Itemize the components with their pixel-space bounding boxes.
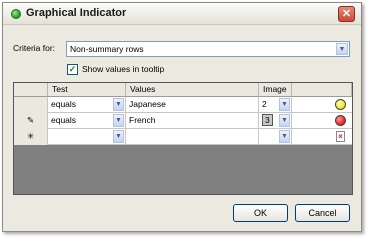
values-cell[interactable]: French	[126, 113, 259, 129]
no-image-icon: ×	[336, 131, 345, 142]
title-bar: Graphical Indicator ✕	[3, 3, 361, 25]
criteria-select[interactable]: Non-summary rows ▼	[66, 41, 350, 57]
show-tooltip-checkbox[interactable]: ✓	[67, 64, 78, 75]
values-cell[interactable]	[126, 129, 259, 145]
test-cell[interactable]: equals ▼	[48, 97, 126, 113]
chevron-down-icon[interactable]: ▼	[279, 114, 290, 127]
new-row-icon[interactable]: ✳	[14, 129, 48, 145]
chevron-down-icon[interactable]: ▼	[336, 43, 348, 55]
chevron-down-icon[interactable]: ▼	[279, 130, 290, 143]
ok-button[interactable]: OK	[233, 204, 288, 222]
preview-cell	[292, 113, 352, 129]
row-header[interactable]	[14, 97, 48, 113]
header-image: Image	[259, 83, 292, 97]
values-value: French	[129, 115, 156, 125]
header-preview	[292, 83, 352, 97]
criteria-label: Criteria for:	[13, 43, 56, 53]
row-header-corner	[14, 83, 48, 97]
show-tooltip-label[interactable]: Show values in tooltip	[82, 64, 164, 74]
test-cell[interactable]: equals ▼	[48, 113, 126, 129]
criteria-value: Non-summary rows	[70, 44, 144, 54]
values-cell[interactable]: Japanese	[126, 97, 259, 113]
table-row: ✳ ▼ ▼ ×	[14, 129, 352, 145]
preview-cell	[292, 97, 352, 113]
dialog-title: Graphical Indicator	[26, 7, 127, 19]
cancel-button[interactable]: Cancel	[295, 204, 350, 222]
graphical-indicator-dialog: Graphical Indicator ✕ Criteria for: Non-…	[2, 2, 362, 232]
image-value: 2	[262, 99, 267, 109]
yellow-circle-icon	[335, 99, 346, 110]
header-test: Test	[48, 83, 126, 97]
table-row: ✎ equals ▼ French 3 ▼	[14, 113, 352, 129]
red-circle-icon	[335, 115, 346, 126]
test-value: equals	[51, 99, 77, 109]
image-cell[interactable]: 3 ▼	[259, 113, 292, 129]
indicator-grid: Test Values Image equals ▼ Japanese 2 ▼	[13, 82, 353, 195]
chevron-down-icon[interactable]: ▼	[279, 98, 290, 111]
chevron-down-icon[interactable]: ▼	[113, 114, 124, 127]
test-cell[interactable]: ▼	[48, 129, 126, 145]
chevron-down-icon[interactable]: ▼	[113, 130, 124, 143]
image-value[interactable]: 3	[262, 114, 273, 126]
image-cell[interactable]: ▼	[259, 129, 292, 145]
chevron-down-icon[interactable]: ▼	[113, 98, 124, 111]
close-button[interactable]: ✕	[338, 6, 355, 22]
header-values: Values	[126, 83, 259, 97]
values-value: Japanese	[129, 99, 166, 109]
image-cell[interactable]: 2 ▼	[259, 97, 292, 113]
preview-cell: ×	[292, 129, 352, 145]
test-value: equals	[51, 115, 77, 125]
pencil-icon[interactable]: ✎	[14, 113, 48, 129]
app-icon	[11, 9, 21, 19]
table-row: equals ▼ Japanese 2 ▼	[14, 97, 352, 113]
